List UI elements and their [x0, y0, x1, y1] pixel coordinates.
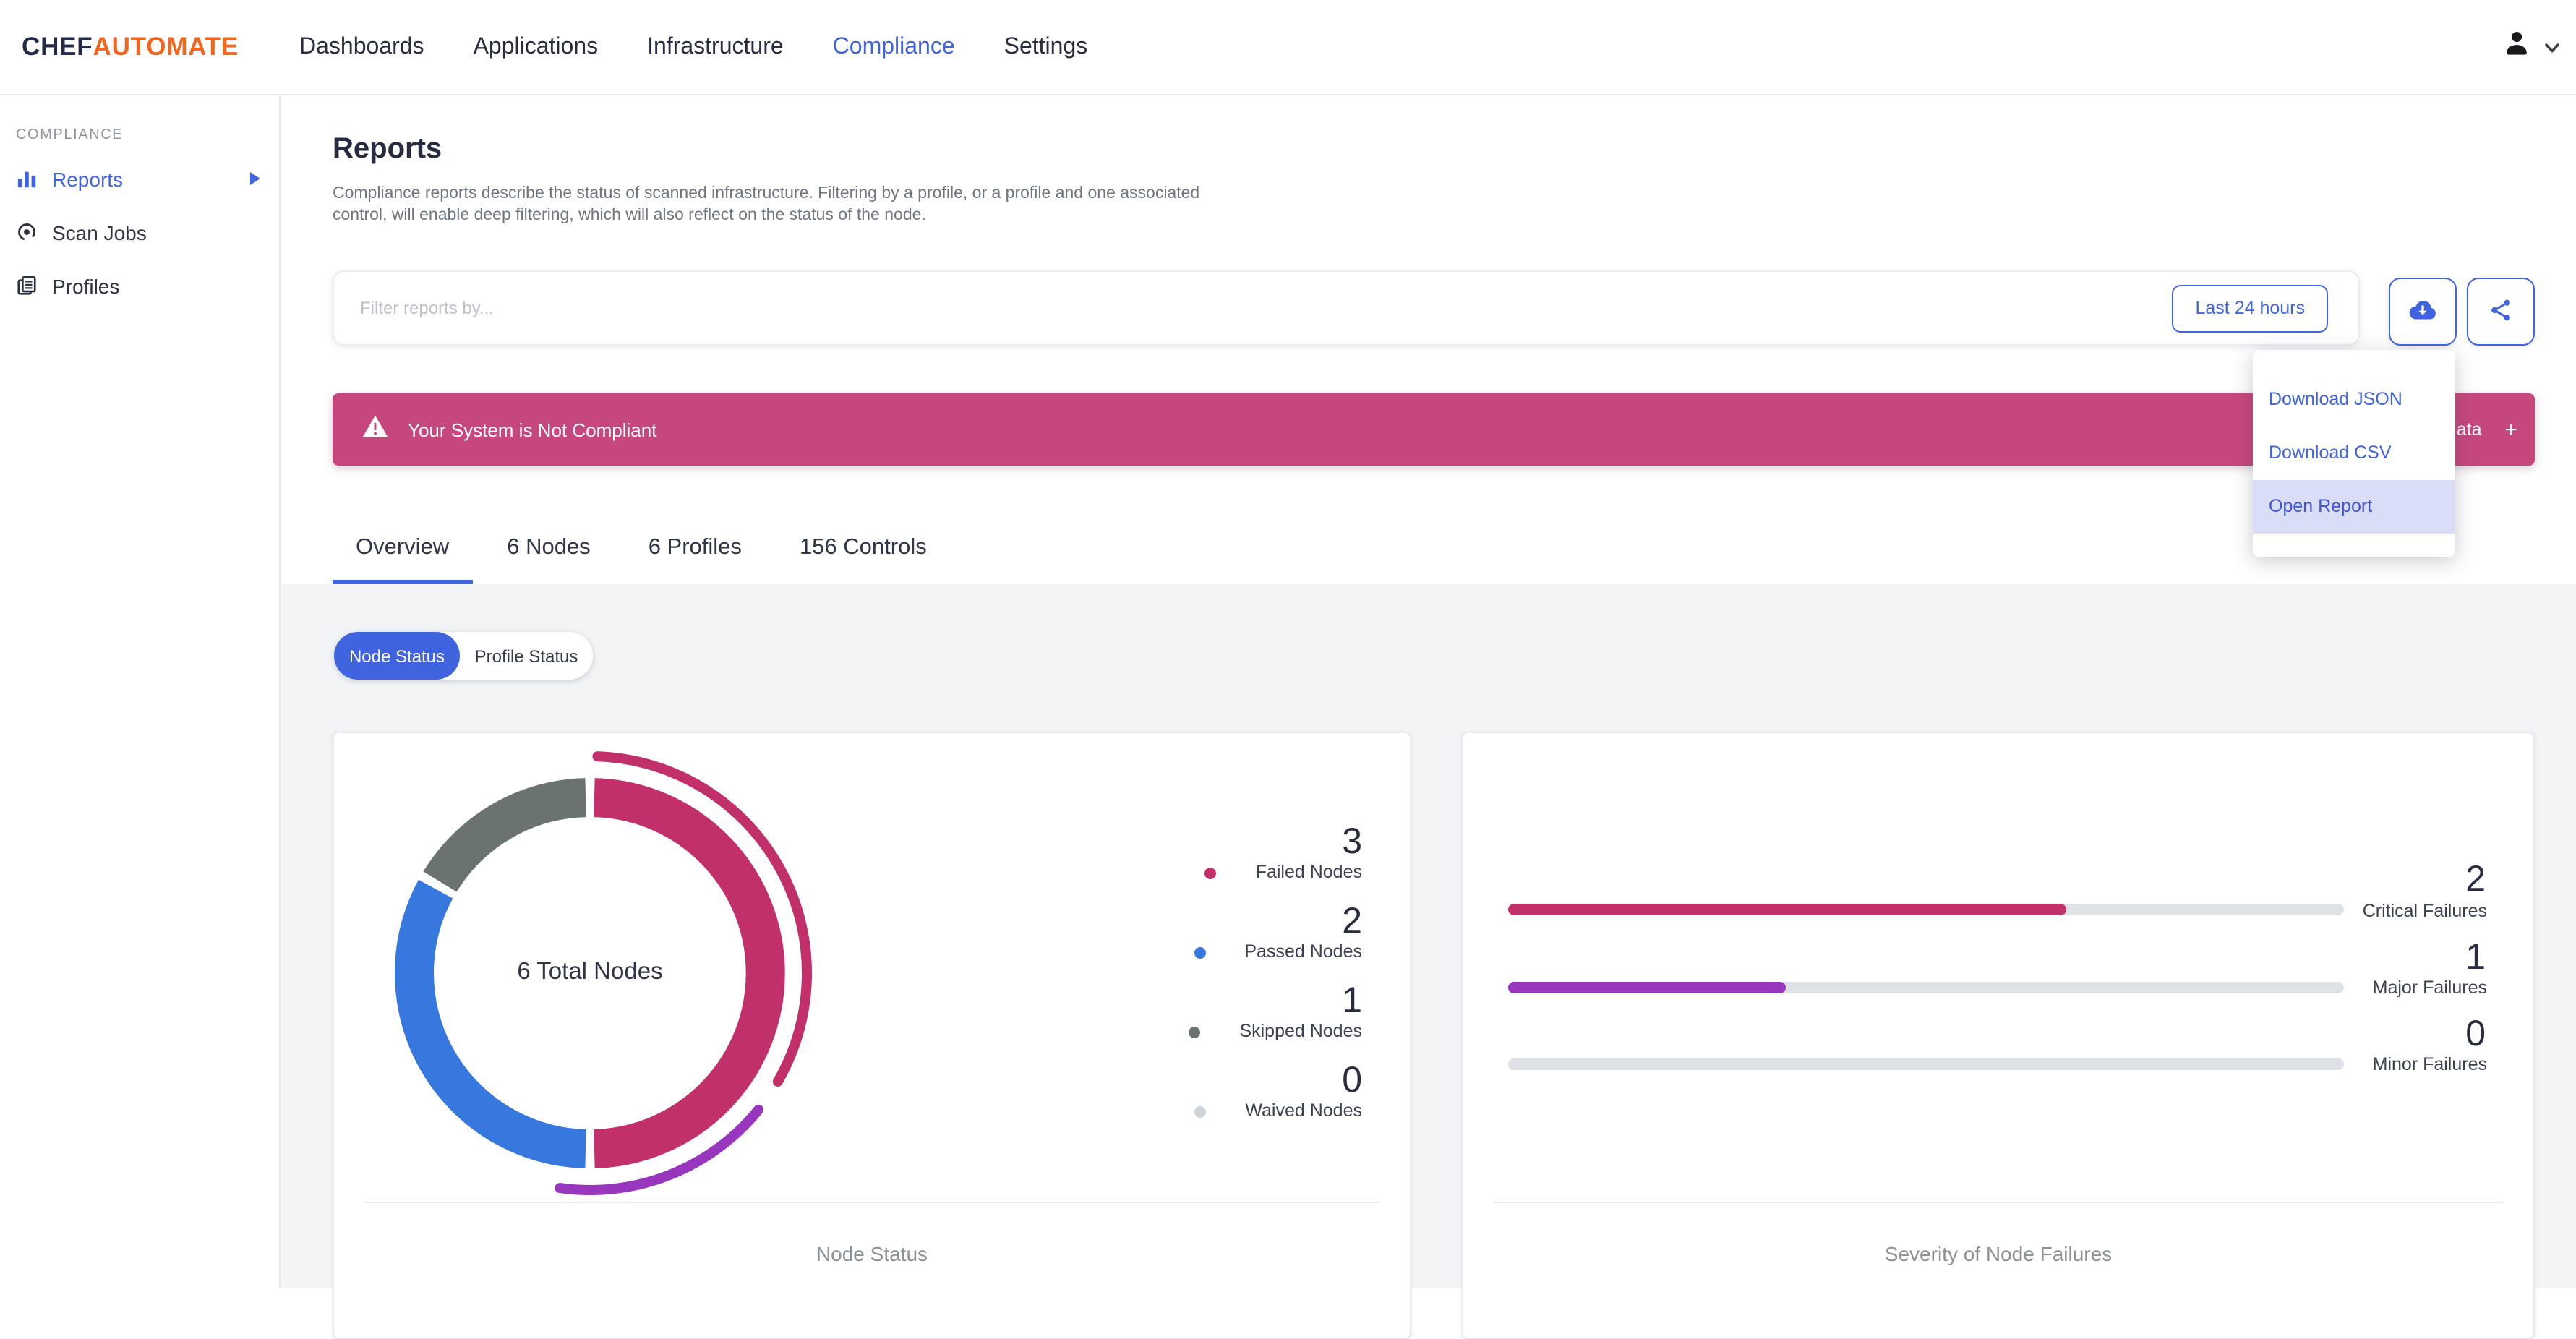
top-navigation: CHEFAUTOMATE Dashboards Applications Inf… — [0, 0, 2576, 95]
sidebar-item-label: Scan Jobs — [52, 221, 147, 244]
app-window: CHEFAUTOMATE Dashboards Applications Inf… — [0, 0, 2576, 1339]
page-description: Compliance reports describe the status o… — [333, 185, 1200, 223]
failed-dot-icon — [1204, 867, 1217, 878]
sidebar-section-label: COMPLIANCE — [16, 127, 124, 143]
tab-controls[interactable]: 156 Controls — [776, 535, 950, 584]
sidebar-item-reports[interactable]: Reports — [0, 152, 279, 205]
compliance-status-banner: Your System is Not Compliant Report Meta… — [333, 393, 2535, 466]
skipped-count: 1 — [1342, 980, 1362, 1021]
legend-item-passed: 2 Passed Nodes — [1194, 902, 1362, 964]
severity-bar-fill — [1508, 982, 1786, 993]
menu-item-open-report[interactable]: Open Report — [2253, 480, 2455, 534]
share-report-button[interactable] — [2467, 278, 2535, 346]
passed-dot-icon — [1194, 946, 1206, 958]
filter-toolbar: Last 24 hours — [333, 270, 2535, 346]
menu-item-download-csv[interactable]: Download CSV — [2253, 427, 2455, 480]
passed-count: 2 — [1342, 901, 1362, 941]
sidebar-item-label: Reports — [52, 167, 124, 190]
nav-compliance[interactable]: Compliance — [833, 34, 955, 60]
menu-item-download-json[interactable]: Download JSON — [2253, 373, 2455, 427]
severity-card: 2 Critical Failures 1 Major Failures 0 M… — [1462, 732, 2535, 1339]
major-label: Major Failures — [2372, 977, 2487, 998]
reports-header-section: Reports Compliance reports describe the … — [281, 95, 2576, 584]
time-range-button[interactable]: Last 24 hours — [2172, 284, 2328, 332]
critical-count: 2 — [2465, 859, 2486, 899]
nav-dashboards[interactable]: Dashboards — [299, 34, 424, 60]
main-content: Reports Compliance reports describe the … — [281, 95, 2576, 1339]
overview-panel: Node Status Profile Status 6 Total Nodes… — [281, 584, 2576, 1339]
legend-item-skipped: 1 Skipped Nodes — [1189, 982, 1362, 1044]
critical-label: Critical Failures — [2362, 901, 2487, 921]
sidebar-item-scan-jobs[interactable]: Scan Jobs — [0, 205, 279, 259]
node-status-caption: Node Status — [816, 1242, 928, 1265]
donut-center-label: 6 Total Nodes — [517, 959, 663, 985]
chevron-down-icon — [2545, 35, 2559, 61]
submenu-arrow-icon[interactable] — [250, 172, 260, 185]
download-dropdown-menu: Download JSON Download CSV Open Report — [2253, 350, 2455, 557]
tab-overview[interactable]: Overview — [333, 535, 473, 584]
critical-bar-track — [1508, 904, 2344, 915]
passed-label: Passed Nodes — [1244, 941, 1362, 962]
card-divider — [1494, 1202, 2503, 1203]
severity-caption: Severity of Node Failures — [1884, 1242, 2113, 1265]
status-toggle: Node Status Profile Status — [334, 632, 593, 680]
node-status-card: 6 Total Nodes 3 Failed Nodes 2 Passed No… — [333, 732, 1411, 1339]
legend-item-failed: 3 Failed Nodes — [1204, 821, 1362, 885]
page-title: Reports — [333, 133, 442, 165]
waived-dot-icon — [1194, 1105, 1207, 1117]
sidebar-item-label: Profiles — [52, 274, 120, 297]
minor-count: 0 — [2465, 1014, 2486, 1054]
severity-bar-fill — [1508, 904, 2066, 915]
major-count: 1 — [2465, 937, 2486, 977]
logo-automate: AUTOMATE — [93, 32, 239, 61]
user-menu[interactable] — [2500, 0, 2559, 95]
profiles-icon — [16, 274, 39, 297]
download-report-button[interactable] — [2389, 278, 2457, 346]
report-tabs: Overview 6 Nodes 6 Profiles 156 Controls — [333, 535, 962, 584]
bar-chart-icon — [16, 167, 39, 190]
warning-icon — [361, 413, 389, 446]
charts-row: 6 Total Nodes 3 Failed Nodes 2 Passed No… — [333, 732, 2535, 1339]
nav-applications[interactable]: Applications — [474, 34, 599, 60]
banner-message: Your System is Not Compliant — [408, 419, 657, 440]
minor-bar-track — [1508, 1058, 2344, 1070]
logo-chef: CHEF — [22, 32, 93, 61]
report-metadata-expand-icon[interactable]: + — [2504, 417, 2517, 442]
main-nav: Dashboards Applications Infrastructure C… — [299, 34, 1087, 60]
node-status-legend: 3 Failed Nodes 2 Passed Nodes 1 Skipped … — [1189, 823, 1362, 1124]
cloud-download-icon — [2406, 293, 2439, 330]
filter-reports-input[interactable] — [334, 298, 2173, 318]
nav-settings[interactable]: Settings — [1004, 34, 1088, 60]
tab-nodes[interactable]: 6 Nodes — [484, 535, 613, 584]
skipped-dot-icon — [1189, 1026, 1201, 1038]
compliance-sidebar: COMPLIANCE Reports Scan Jobs Profiles — [0, 95, 281, 1288]
failed-count: 3 — [1342, 821, 1362, 862]
toggle-node-status[interactable]: Node Status — [334, 632, 460, 680]
share-icon — [2487, 296, 2515, 328]
sidebar-item-profiles[interactable]: Profiles — [0, 259, 279, 312]
tab-profiles[interactable]: 6 Profiles — [625, 535, 765, 584]
user-icon — [2500, 27, 2533, 68]
failed-label: Failed Nodes — [1255, 862, 1362, 882]
waived-label: Waived Nodes — [1245, 1100, 1362, 1121]
waived-count: 0 — [1342, 1060, 1362, 1100]
chef-automate-logo[interactable]: CHEFAUTOMATE — [22, 32, 239, 62]
major-bar-track — [1508, 982, 2344, 993]
legend-item-waived: 0 Waived Nodes — [1194, 1061, 1362, 1124]
toggle-profile-status[interactable]: Profile Status — [460, 632, 593, 680]
minor-label: Minor Failures — [2372, 1054, 2487, 1074]
scan-icon — [16, 221, 39, 244]
nav-infrastructure[interactable]: Infrastructure — [647, 34, 784, 60]
filter-bar: Last 24 hours — [333, 270, 2360, 346]
skipped-label: Skipped Nodes — [1239, 1021, 1362, 1041]
card-divider — [364, 1202, 1379, 1203]
